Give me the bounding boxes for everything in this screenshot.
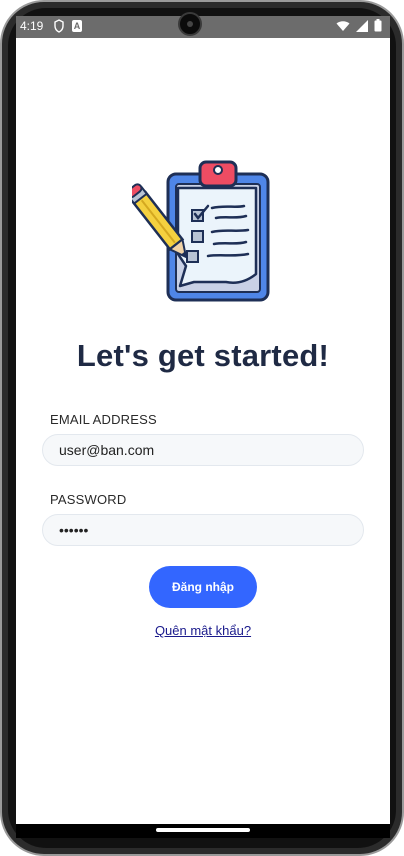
navigation-bar (16, 824, 390, 838)
status-time: 4:19 (20, 19, 44, 33)
signal-icon (356, 19, 368, 32)
page-title: Let's get started! (76, 338, 330, 373)
shield-icon (54, 19, 64, 33)
phone-frame: 4:19 A Let's get started! EMAIL ADDRESS … (0, 0, 404, 856)
status-right-icons (336, 19, 382, 32)
screen: 4:19 A Let's get started! EMAIL ADDRESS … (16, 16, 390, 838)
status-bar: 4:19 A (16, 16, 390, 38)
forgot-password-link[interactable]: Quên mật khẩu? (155, 623, 251, 638)
password-input[interactable] (42, 514, 364, 546)
front-camera (178, 12, 202, 36)
login-button[interactable]: Đăng nhập (149, 566, 257, 608)
battery-icon (374, 19, 382, 32)
email-input[interactable] (42, 434, 364, 466)
email-label: EMAIL ADDRESS (50, 412, 157, 427)
forgot-password-container: Quên mật khẩu? (16, 623, 390, 638)
home-indicator[interactable] (156, 828, 250, 832)
a-notification-icon: A (72, 20, 82, 32)
wifi-icon (336, 20, 350, 31)
password-label: PASSWORD (50, 492, 127, 507)
clipboard-illustration (132, 160, 270, 302)
